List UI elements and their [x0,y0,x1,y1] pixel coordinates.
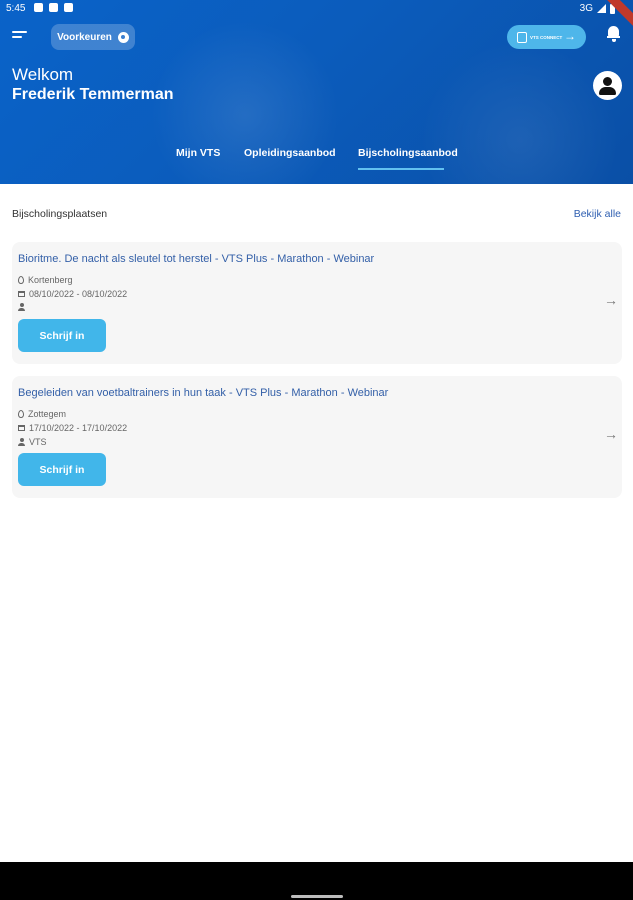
course-dates: 08/10/2022 - 08/10/2022 [18,289,127,299]
notification-icons [34,3,73,12]
arrow-right-icon: → [564,29,576,43]
enroll-button[interactable]: Schrijf in [18,453,106,486]
location-text: Zottegem [28,409,67,419]
course-location: Kortenberg [18,275,73,285]
course-title[interactable]: Bioritme. De nacht als sleutel tot herst… [18,253,374,265]
welcome-text: Welkom [12,65,74,84]
location-pin-icon [18,276,24,284]
arrow-right-icon[interactable]: → [604,292,618,308]
signal-icon [597,4,606,13]
course-dates: 17/10/2022 - 17/10/2022 [18,423,127,433]
course-location: Zottegem [18,409,66,419]
status-bar: 5:45 3G [0,0,633,18]
course-title[interactable]: Begeleiden van voetbaltrainers in hun ta… [18,387,388,399]
calendar-icon [18,291,25,297]
dates-text: 17/10/2022 - 17/10/2022 [29,423,128,433]
menu-icon[interactable] [12,31,28,43]
connect-logo-text: VTS CONNECT [530,34,563,40]
vts-connect-button[interactable]: VTS CONNECT → [507,25,586,49]
user-name: Frederik Temmerman [12,86,174,103]
person-icon [18,303,25,311]
calendar-icon [18,425,25,431]
connect-logo-icon [517,31,527,43]
organizer-text: VTS [29,437,47,447]
network-type: 3G [579,3,593,14]
enroll-button[interactable]: Schrijf in [18,319,106,352]
bell-icon[interactable] [607,26,620,42]
course-organizer: VTS [18,437,47,447]
notification-icon [49,3,58,12]
header: 5:45 3G Voorkeuren VTS CONNECT → Welkom … [0,0,633,184]
tab-bijscholingsaanbod[interactable]: Bijscholingsaanbod [358,147,458,159]
status-time: 5:45 [6,3,26,14]
tab-opleidingsaanbod[interactable]: Opleidingsaanbod [244,147,336,159]
preferences-label: Voorkeuren [57,31,112,43]
course-card[interactable]: Bioritme. De nacht als sleutel tot herst… [12,242,622,364]
download-icon [64,3,73,12]
chat-icon [34,3,43,12]
course-organizer [18,303,29,311]
tab-mijn-vts[interactable]: Mijn VTS [176,147,220,159]
vts-connect-logo: VTS CONNECT [517,31,563,43]
arrow-right-icon[interactable]: → [604,426,618,442]
location-text: Kortenberg [28,275,73,285]
dates-text: 08/10/2022 - 08/10/2022 [29,289,128,299]
avatar[interactable] [593,71,622,100]
person-icon [18,438,25,446]
preferences-button[interactable]: Voorkeuren [51,24,135,50]
location-pin-icon [18,410,24,418]
tab-bar: Mijn VTS Opleidingsaanbod Bijscholingsaa… [0,147,633,171]
status-right: 3G [580,3,615,14]
system-navigation-bar [0,862,633,900]
active-tab-indicator [358,168,444,170]
gear-icon [117,31,129,43]
see-all-link[interactable]: Bekijk alle [574,208,621,220]
section-title: Bijscholingsplaatsen [12,208,108,220]
course-card[interactable]: Begeleiden van voetbaltrainers in hun ta… [12,376,622,498]
home-handle[interactable] [291,895,343,898]
